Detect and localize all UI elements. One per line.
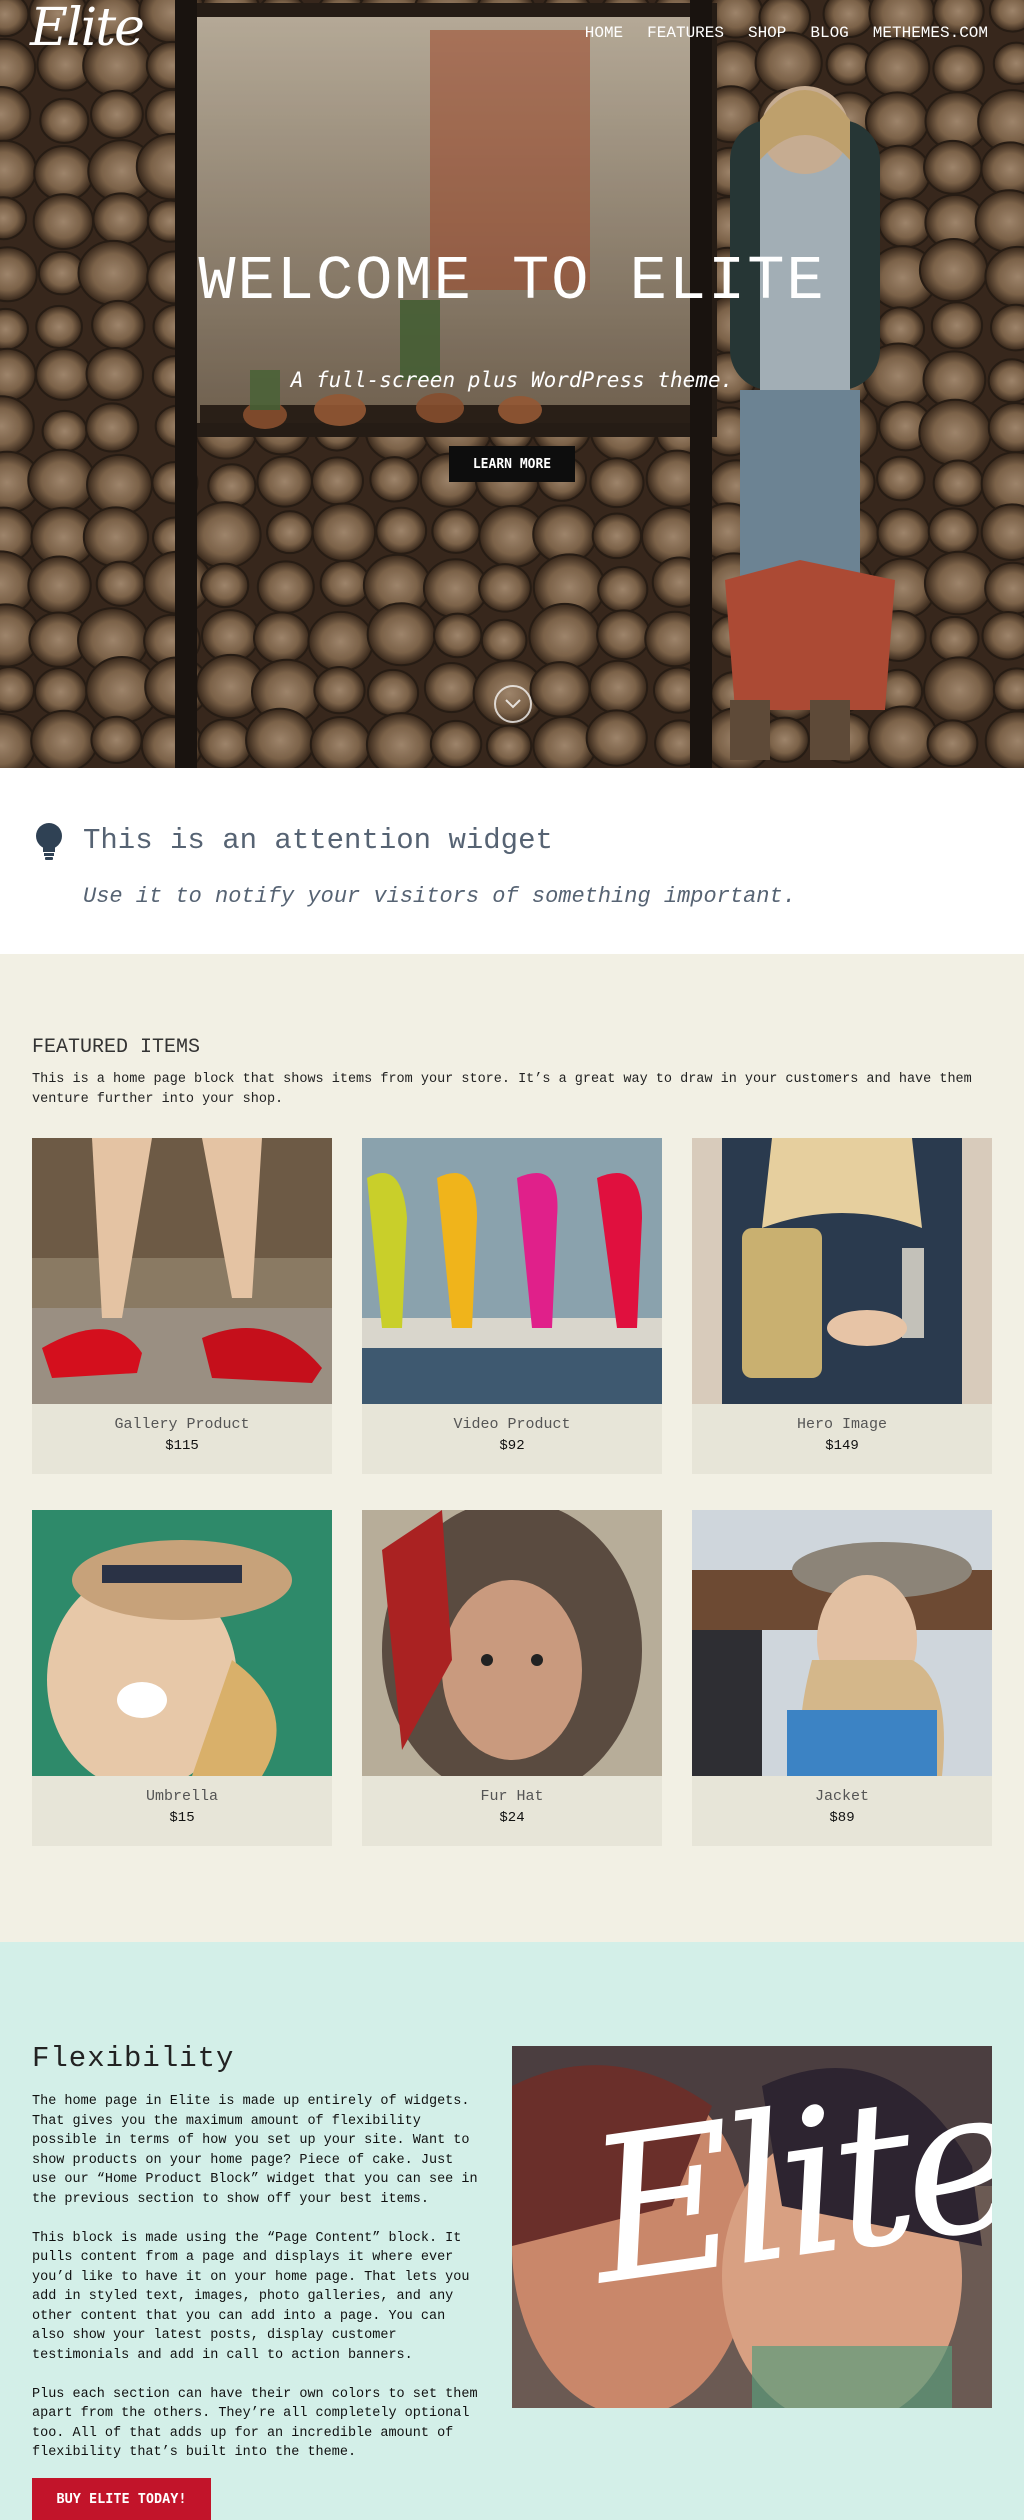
nav-home[interactable]: HOME	[585, 24, 623, 42]
product-card[interactable]: Gallery Product $115	[32, 1138, 332, 1474]
product-name[interactable]: Umbrella	[32, 1788, 332, 1805]
promo-logo: Elite	[575, 2046, 992, 2331]
hero-subtitle: A full-screen plus WordPress theme.	[290, 368, 734, 392]
product-price: $92	[499, 1438, 525, 1454]
product-card[interactable]: Jacket $89	[692, 1510, 992, 1846]
nav-methemes[interactable]: METHEMES.COM	[873, 24, 988, 42]
product-price: $115	[165, 1438, 199, 1454]
learn-more-button[interactable]: LEARN MORE	[449, 446, 575, 482]
product-image[interactable]	[32, 1138, 332, 1404]
attention-widget: This is an attention widget Use it to no…	[0, 768, 1024, 954]
main-nav: HOME FEATURES SHOP BLOG METHEMES.COM	[585, 24, 988, 42]
nav-blog[interactable]: BLOG	[810, 24, 848, 42]
product-price: $15	[169, 1810, 195, 1826]
product-name[interactable]: Jacket	[692, 1788, 992, 1805]
product-name[interactable]: Gallery Product	[32, 1416, 332, 1433]
flexibility-heading: Flexibility	[32, 2042, 235, 2075]
product-name[interactable]: Hero Image	[692, 1416, 992, 1433]
flexibility-paragraph: The home page in Elite is made up entire…	[32, 2094, 478, 2207]
product-image[interactable]	[362, 1510, 662, 1776]
site-logo[interactable]: Elite	[30, 2, 145, 54]
featured-heading: FEATURED ITEMS	[32, 1036, 201, 1059]
product-card[interactable]: Umbrella $15	[32, 1510, 332, 1846]
lightbulb-icon	[36, 823, 62, 860]
buy-elite-button[interactable]: BUY ELITE TODAY!	[32, 2478, 211, 2520]
hero-section: Elite HOME FEATURES SHOP BLOG METHEMES.C…	[0, 0, 1024, 768]
product-image[interactable]	[692, 1510, 992, 1776]
attention-title: This is an attention widget	[83, 824, 553, 857]
hero-title: WELCOME TO ELITE	[198, 246, 826, 317]
attention-text: Use it to notify your visitors of someth…	[83, 884, 796, 909]
nav-shop[interactable]: SHOP	[748, 24, 786, 42]
product-price: $24	[499, 1810, 525, 1826]
product-price: $149	[825, 1438, 859, 1454]
nav-features[interactable]: FEATURES	[647, 24, 724, 42]
flexibility-paragraph: Plus each section can have their own col…	[32, 2386, 478, 2461]
product-name[interactable]: Video Product	[362, 1416, 662, 1433]
product-card[interactable]: Video Product $92	[362, 1138, 662, 1474]
product-name[interactable]: Fur Hat	[362, 1788, 662, 1805]
product-image[interactable]	[32, 1510, 332, 1776]
product-price: $89	[829, 1810, 855, 1826]
product-card[interactable]: Hero Image $149	[692, 1138, 992, 1474]
featured-intro: This is a home page block that shows ite…	[32, 1072, 972, 1107]
flexibility-text: The home page in Elite is made up entire…	[32, 2092, 480, 2482]
product-image[interactable]	[362, 1138, 662, 1404]
product-image[interactable]	[692, 1138, 992, 1404]
featured-items-section: FEATURED ITEMS This is a home page block…	[0, 954, 1024, 1942]
flexibility-paragraph: This block is made using the “Page Conte…	[32, 2230, 470, 2363]
product-card[interactable]: Fur Hat $24	[362, 1510, 662, 1846]
promo-image: Elite	[512, 2046, 992, 2408]
flexibility-section: Flexibility The home page in Elite is ma…	[0, 1942, 1024, 2520]
chevron-down-circle-icon[interactable]	[494, 685, 532, 723]
